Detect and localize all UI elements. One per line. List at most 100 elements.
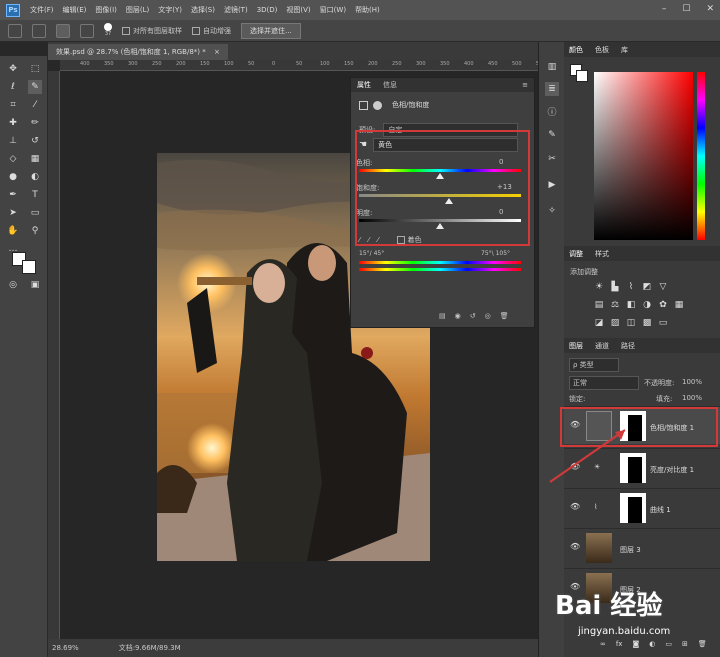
gradient-tool-icon[interactable]: ▦ — [28, 152, 42, 166]
marquee-tool-icon[interactable]: ⬚ — [28, 62, 42, 76]
close-icon[interactable]: ✕ — [706, 4, 714, 14]
document-tab[interactable]: 效果.psd @ 28.7% (色相/饱和度 1, RGB/8*) * × — [48, 44, 228, 60]
vibrance-adj-icon[interactable]: ▽ — [658, 282, 668, 292]
opacity-value[interactable]: 100% — [682, 378, 702, 386]
tab-properties[interactable]: 属性 — [357, 80, 371, 90]
threshold-adj-icon[interactable]: ◫ — [626, 318, 636, 328]
crop-tool-icon[interactable]: ⌗ — [6, 98, 20, 112]
add-selection-icon[interactable] — [56, 23, 70, 38]
quick-mask-icon[interactable]: ◎ — [6, 278, 20, 292]
shape-tool-icon[interactable]: ▭ — [28, 206, 42, 220]
layer-filter-select[interactable]: ρ 类型 — [569, 358, 619, 372]
menu-view[interactable]: 视图(V) — [286, 5, 310, 15]
zoom-tool-icon[interactable]: ⚲ — [28, 224, 42, 238]
paragraph-icon[interactable]: ✧ — [545, 204, 559, 218]
hue-sat-adj-icon[interactable]: ▤ — [594, 300, 604, 310]
properties-icon[interactable]: ≣ — [545, 82, 559, 96]
tab-color[interactable]: 颜色 — [569, 45, 583, 55]
actions-icon[interactable]: ▶ — [545, 178, 559, 192]
color-lookup-adj-icon[interactable]: ▦ — [674, 300, 684, 310]
panel-menu-icon[interactable]: ≡ — [522, 81, 528, 89]
close-tab-icon[interactable]: × — [214, 48, 220, 56]
screen-mode-icon[interactable]: ▣ — [28, 278, 42, 292]
color-picker-field[interactable] — [594, 72, 693, 240]
invert-adj-icon[interactable]: ◪ — [594, 318, 604, 328]
tab-swatches[interactable]: 色板 — [595, 45, 609, 55]
view-previous-icon[interactable]: ◉ — [455, 312, 461, 320]
eyedropper-tool-icon[interactable]: ⁄ — [28, 98, 42, 112]
hue-strip[interactable] — [697, 72, 705, 240]
layer-row[interactable]: 👁 ⌇ 曲线 1 — [564, 488, 720, 526]
tab-adjustments[interactable]: 调整 — [569, 249, 583, 259]
healing-tool-icon[interactable]: ✚ — [6, 116, 20, 130]
menu-filter[interactable]: 滤镜(T) — [224, 5, 248, 15]
menu-layer[interactable]: 图层(L) — [126, 5, 149, 15]
delete-icon[interactable]: 🗑 — [500, 312, 509, 320]
reset-icon[interactable]: ↺ — [470, 312, 476, 320]
tool-presets-icon[interactable]: ✂ — [545, 152, 559, 166]
brush-settings-icon[interactable]: ✎ — [545, 128, 559, 142]
menu-file[interactable]: 文件(F) — [30, 5, 54, 15]
path-select-tool-icon[interactable]: ➤ — [6, 206, 20, 220]
menu-help[interactable]: 帮助(H) — [355, 5, 380, 15]
history-brush-tool-icon[interactable]: ↺ — [28, 134, 42, 148]
brightness-adj-icon[interactable]: ☀ — [594, 282, 604, 292]
range-bar-bottom[interactable] — [359, 268, 521, 271]
sample-all-layers-checkbox[interactable]: 对所有图层取样 — [122, 26, 182, 36]
eye-icon[interactable]: 👁 — [570, 542, 580, 551]
tab-layers[interactable]: 图层 — [569, 341, 583, 351]
exposure-adj-icon[interactable]: ◩ — [642, 282, 652, 292]
eraser-tool-icon[interactable]: ◇ — [6, 152, 20, 166]
quick-select-tool-icon[interactable]: ✎ — [28, 80, 42, 94]
fx-icon[interactable]: fx — [616, 640, 623, 648]
stamp-tool-icon[interactable]: ⊥ — [6, 134, 20, 148]
hand-tool-icon[interactable]: ✋ — [6, 224, 20, 238]
tab-paths[interactable]: 路径 — [621, 341, 635, 351]
menu-type[interactable]: 文字(Y) — [158, 5, 182, 15]
tab-info[interactable]: 信息 — [383, 80, 397, 90]
minimize-icon[interactable]: – — [662, 4, 667, 14]
curves-adj-icon[interactable]: ⌇ — [626, 282, 636, 292]
select-and-mask-button[interactable]: 选择并遮住... — [241, 22, 301, 39]
levels-adj-icon[interactable]: ▙ — [610, 282, 620, 292]
selective-color-adj-icon[interactable]: ▩ — [642, 318, 652, 328]
new-adjustment-icon[interactable]: ◐ — [649, 640, 655, 648]
background-color-swatch[interactable] — [22, 260, 36, 274]
channel-mixer-adj-icon[interactable]: ✿ — [658, 300, 668, 310]
photo-filter-adj-icon[interactable]: ◑ — [642, 300, 652, 310]
gradient-map-adj-icon[interactable]: ▭ — [658, 318, 668, 328]
maximize-icon[interactable]: ☐ — [682, 4, 690, 14]
new-selection-icon[interactable] — [32, 23, 46, 38]
quick-select-tool-icon[interactable] — [8, 23, 22, 38]
move-tool-icon[interactable]: ✥ — [6, 62, 20, 76]
layer-row[interactable]: 👁 图层 3 — [564, 528, 720, 566]
info-icon[interactable]: ⓘ — [545, 104, 559, 118]
auto-enhance-checkbox[interactable]: 自动增强 — [192, 26, 231, 36]
zoom-level[interactable]: 28.69% — [52, 644, 79, 652]
history-icon[interactable]: ▥ — [545, 60, 559, 74]
lasso-tool-icon[interactable]: ℓ — [6, 80, 20, 94]
type-tool-icon[interactable]: T — [28, 188, 42, 202]
adjustment-icon[interactable] — [359, 100, 368, 110]
visibility-icon[interactable]: ◎ — [485, 312, 491, 320]
fill-value[interactable]: 100% — [682, 394, 702, 402]
eye-icon[interactable]: 👁 — [570, 502, 580, 511]
bw-adj-icon[interactable]: ◧ — [626, 300, 636, 310]
bg-swatch[interactable] — [576, 70, 588, 82]
menu-image[interactable]: 图像(I) — [95, 5, 117, 15]
dodge-tool-icon[interactable]: ◐ — [28, 170, 42, 184]
brush-tool-icon[interactable]: ✏ — [28, 116, 42, 130]
mask-icon[interactable] — [373, 100, 382, 110]
color-balance-adj-icon[interactable]: ⚖ — [610, 300, 620, 310]
add-mask-icon[interactable]: ◙ — [632, 640, 639, 648]
blur-tool-icon[interactable]: ● — [6, 170, 20, 184]
menu-edit[interactable]: 编辑(E) — [63, 5, 87, 15]
blend-mode-select[interactable]: 正常 — [569, 376, 639, 390]
clip-icon[interactable]: ▤ — [439, 312, 446, 320]
new-group-icon[interactable]: ▭ — [665, 640, 672, 648]
menu-3d[interactable]: 3D(D) — [257, 6, 278, 14]
brush-size-picker[interactable]: 37 — [104, 23, 112, 38]
menu-window[interactable]: 窗口(W) — [320, 5, 346, 15]
tab-libraries[interactable]: 库 — [621, 45, 628, 55]
tab-channels[interactable]: 通道 — [595, 341, 609, 351]
